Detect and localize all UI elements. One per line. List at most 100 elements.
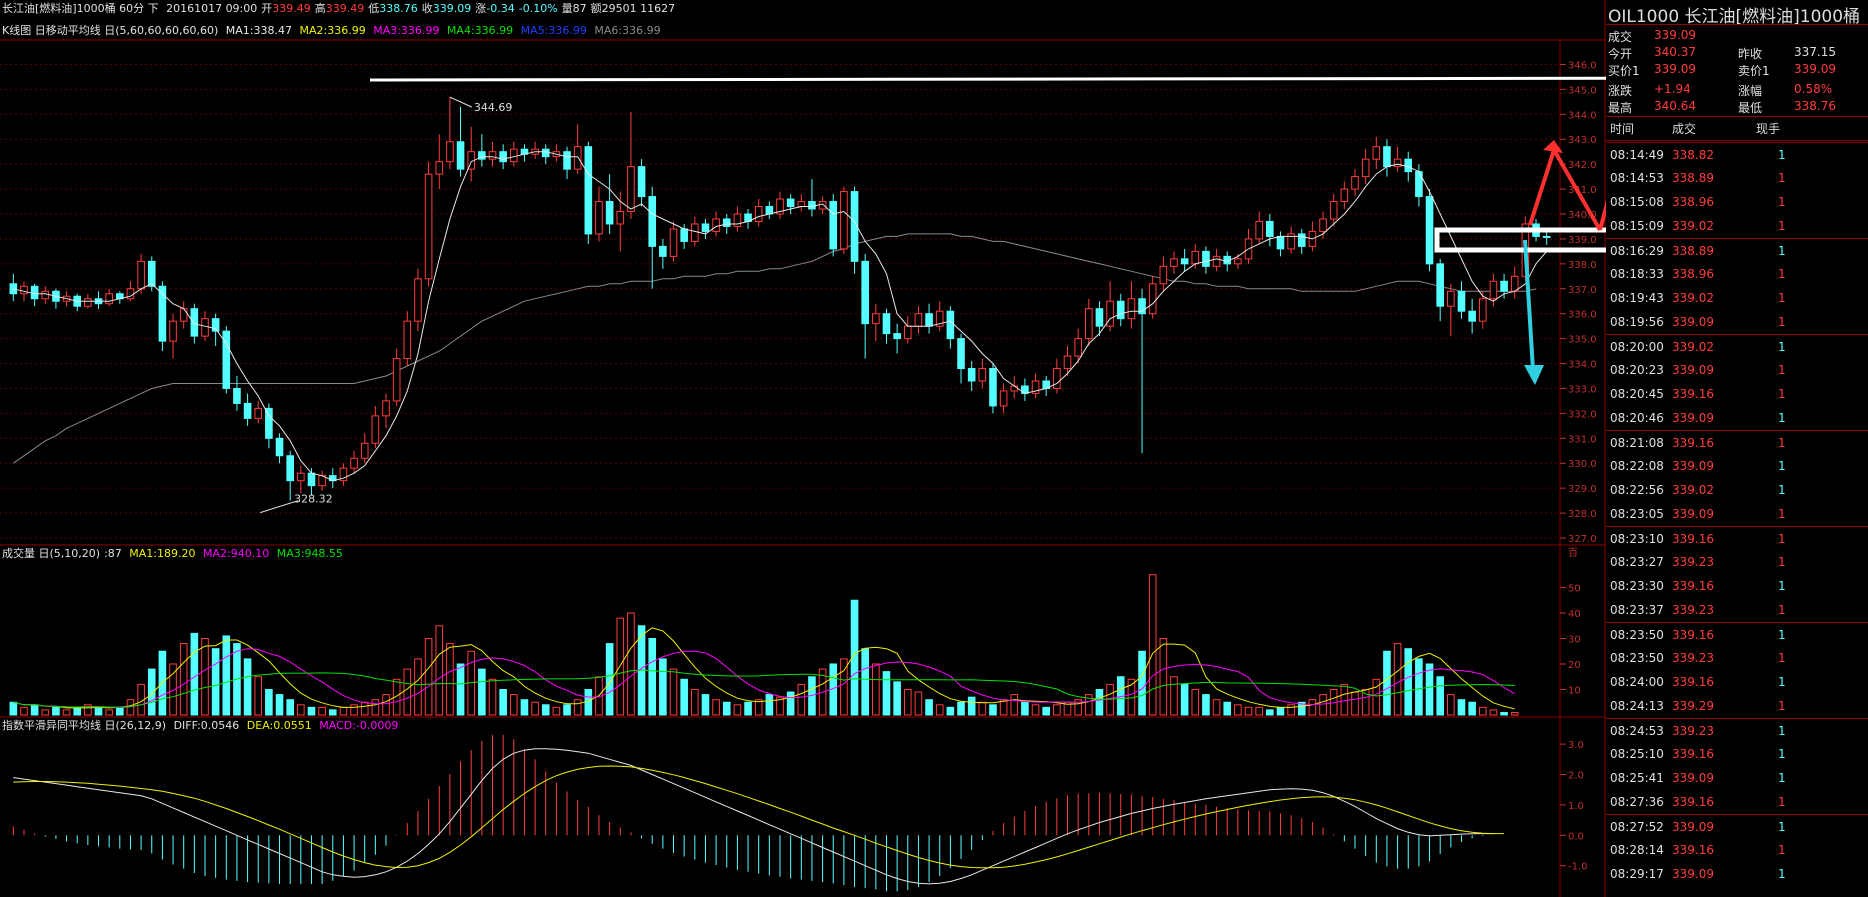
candle-body <box>84 298 92 307</box>
macd-axis-label: 0.0 <box>1568 831 1584 842</box>
tick-row[interactable]: 08:27:36 339.16 1 <box>1606 790 1868 814</box>
candle <box>712 211 720 237</box>
tick-price: 339.23 <box>1672 603 1714 617</box>
candle-body <box>1297 233 1306 247</box>
volume-bar <box>573 699 582 716</box>
candle-body <box>1170 258 1178 267</box>
tick-row[interactable]: 08:15:08 338.96 1 <box>1606 190 1868 214</box>
volume-bar <box>20 706 28 716</box>
candle <box>648 186 657 289</box>
candle <box>1202 246 1210 274</box>
candle-body <box>275 437 284 457</box>
candle-body <box>914 313 923 327</box>
tick-row[interactable]: 08:23:30 339.16 1 <box>1606 574 1868 598</box>
candle <box>1351 169 1359 197</box>
volume-bar <box>414 658 422 716</box>
tick-row[interactable]: 08:18:33 338.96 1 <box>1606 262 1868 286</box>
volume-bar <box>1425 663 1434 716</box>
tick-qty: 1 <box>1778 411 1786 425</box>
candle-body <box>722 218 731 227</box>
tick-row[interactable]: 08:20:00 339.02 1 <box>1606 334 1868 359</box>
tick-row[interactable]: 08:22:56 339.02 1 <box>1606 478 1868 502</box>
candle-body <box>446 141 454 163</box>
tick-row[interactable]: 08:23:05 339.09 1 <box>1606 502 1868 526</box>
volume-bar <box>9 701 18 716</box>
tick-time: 08:15:08 <box>1610 195 1664 209</box>
tick-row[interactable]: 08:20:45 339.16 1 <box>1606 382 1868 406</box>
tick-row[interactable]: 08:23:50 339.16 1 <box>1606 622 1868 647</box>
field-open-label: 今开 <box>1608 47 1633 61</box>
candle-body <box>595 201 603 235</box>
candle-body <box>989 368 997 407</box>
tick-row[interactable]: 08:19:56 339.09 1 <box>1606 310 1868 334</box>
tick-row[interactable]: 08:14:53 338.89 1 <box>1606 166 1868 190</box>
price-axis-label: 344.0 <box>1568 110 1597 121</box>
tick-price: 339.09 <box>1672 820 1714 834</box>
tick-row[interactable]: 08:29:17 339.09 1 <box>1606 862 1868 886</box>
candle <box>1372 136 1381 170</box>
tick-row[interactable]: 08:20:46 339.09 1 <box>1606 406 1868 430</box>
tick-row[interactable]: 08:25:41 339.09 1 <box>1606 766 1868 790</box>
tick-time: 08:28:14 <box>1610 843 1664 857</box>
tick-row[interactable]: 08:23:27 339.23 1 <box>1606 550 1868 574</box>
tick-qty: 1 <box>1778 340 1786 354</box>
volume-bar <box>1234 704 1242 716</box>
tick-row[interactable]: 08:22:08 339.09 1 <box>1606 454 1868 478</box>
diff-line <box>13 748 1494 885</box>
tick-time: 08:23:05 <box>1610 507 1664 521</box>
candle <box>637 159 646 207</box>
candle <box>265 403 273 449</box>
tick-row[interactable]: 08:27:52 339.09 1 <box>1606 814 1868 839</box>
tick-row[interactable]: 08:24:00 339.16 1 <box>1606 670 1868 694</box>
candle-body <box>1116 300 1125 320</box>
volume-bar <box>1393 643 1402 716</box>
price-axis-label: 330.0 <box>1568 459 1597 470</box>
tick-row[interactable]: 08:23:50 339.23 1 <box>1606 646 1868 670</box>
candle <box>94 291 103 309</box>
kline-chart[interactable]: 346.0345.0344.0343.0342.0341.0340.0339.0… <box>0 0 1606 897</box>
candle <box>754 199 763 227</box>
tick-row[interactable]: 08:14:49 338.82 1 <box>1606 142 1868 167</box>
candle <box>701 218 710 239</box>
tick-price: 339.09 <box>1672 363 1714 377</box>
volume-bar <box>531 701 539 716</box>
tick-row[interactable]: 08:23:37 339.23 1 <box>1606 598 1868 622</box>
volume-bar <box>1095 689 1104 716</box>
tick-time: 08:20:46 <box>1610 411 1664 425</box>
candle <box>105 288 113 307</box>
tick-time: 08:23:50 <box>1610 651 1664 665</box>
candle-body <box>1340 188 1349 203</box>
candle-body <box>1010 385 1019 392</box>
col-price: 成交 <box>1672 122 1697 136</box>
tick-row[interactable]: 08:25:10 339.16 1 <box>1606 742 1868 766</box>
high-marker-label: 344.69 <box>474 101 513 114</box>
col-qty: 现手 <box>1756 122 1781 136</box>
candle-body <box>382 400 390 417</box>
tick-price: 339.09 <box>1672 411 1714 425</box>
volume-bar <box>925 699 933 716</box>
candle <box>435 134 444 190</box>
tick-row[interactable]: 08:23:10 339.16 1 <box>1606 526 1868 551</box>
tick-row[interactable]: 08:28:14 339.16 1 <box>1606 838 1868 862</box>
tick-row[interactable]: 08:19:43 339.02 1 <box>1606 286 1868 310</box>
tick-row[interactable]: 08:24:13 339.29 1 <box>1606 694 1868 718</box>
candle-body <box>265 407 273 439</box>
tick-row[interactable]: 08:21:08 339.16 1 <box>1606 430 1868 455</box>
volume-bar <box>1287 704 1295 716</box>
ma5-line <box>13 151 1558 482</box>
tick-price: 339.09 <box>1672 771 1714 785</box>
tick-qty: 1 <box>1778 867 1786 881</box>
tick-row[interactable]: 08:20:23 339.09 1 <box>1606 358 1868 382</box>
candle <box>179 301 188 329</box>
col-time: 时间 <box>1610 122 1635 136</box>
volume-bar <box>669 668 678 716</box>
candle <box>1266 214 1274 247</box>
candle <box>1287 226 1295 254</box>
tick-row[interactable]: 08:16:29 338.89 1 <box>1606 238 1868 263</box>
tick-row[interactable]: 08:15:09 339.02 1 <box>1606 214 1868 238</box>
volume-bar <box>318 706 326 716</box>
volume-bar <box>659 658 667 716</box>
volume-bar <box>41 709 50 716</box>
field-changepct-value: 0.58% <box>1794 82 1833 96</box>
tick-row[interactable]: 08:24:53 339.23 1 <box>1606 718 1868 743</box>
